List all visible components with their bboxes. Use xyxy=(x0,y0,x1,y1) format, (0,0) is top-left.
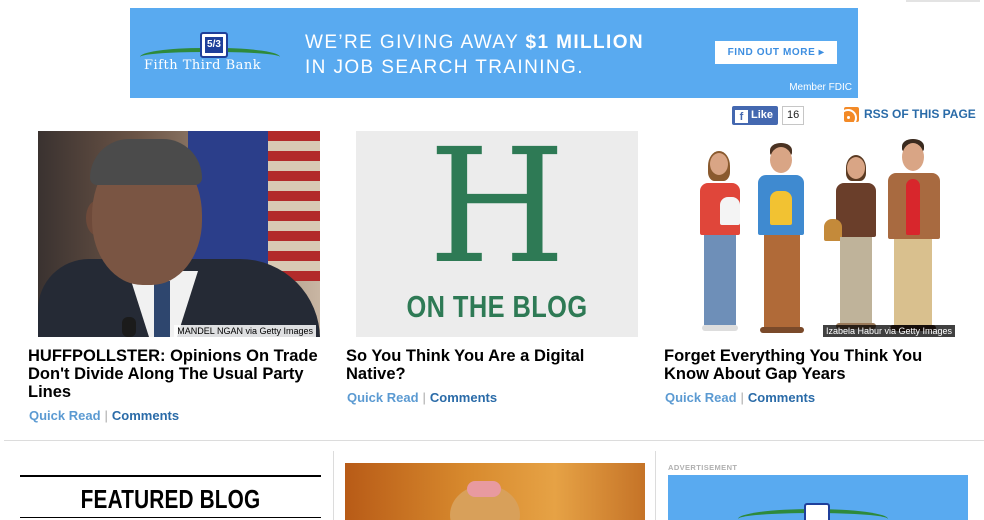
person-3-cardigan xyxy=(836,183,876,237)
rss-of-this-page-link[interactable]: RSS OF THIS PAGE xyxy=(864,107,976,121)
ad-headline-amount: $1 MILLION xyxy=(525,32,645,53)
story-3-links: Quick Read | Comments xyxy=(665,390,815,405)
on-the-blog-caption: ON THE BLOG xyxy=(406,289,588,324)
section-divider xyxy=(4,440,984,441)
facebook-icon: f xyxy=(735,110,748,123)
story-3-photo[interactable]: Izabela Habur via Getty Images xyxy=(676,131,958,337)
hair-bow xyxy=(467,481,501,497)
sidebar-ad[interactable] xyxy=(668,475,968,520)
comments-link[interactable]: Comments xyxy=(112,408,179,423)
comments-link[interactable]: Comments xyxy=(748,390,815,405)
column-separator xyxy=(655,451,656,520)
ad-headline: WE’RE GIVING AWAY $1 MILLION IN JOB SEAR… xyxy=(305,30,644,80)
huffpost-h-logo: H xyxy=(428,131,566,299)
bank-logo-icon xyxy=(804,503,830,520)
person-3-head xyxy=(847,157,865,179)
photo-credit: Izabela Habur via Getty Images xyxy=(822,325,955,337)
comments-link[interactable]: Comments xyxy=(430,390,497,405)
facebook-like-button[interactable]: f Like xyxy=(732,106,779,125)
quick-read-link[interactable]: Quick Read xyxy=(665,390,737,405)
person-2-shoes xyxy=(760,327,804,333)
story-2-title[interactable]: So You Think You Are a Digital Native? xyxy=(346,347,646,383)
rss-icon[interactable] xyxy=(844,107,859,122)
bank-logo-mark-text: 5/3 xyxy=(205,37,223,53)
quick-read-link[interactable]: Quick Read xyxy=(29,408,101,423)
quick-read-link[interactable]: Quick Read xyxy=(347,390,419,405)
story-2-links: Quick Read | Comments xyxy=(347,390,497,405)
bank-logo-icon: 5/3 xyxy=(200,32,228,58)
person-2-head xyxy=(770,147,792,173)
member-fdic-text: Member FDIC xyxy=(789,82,852,93)
person-1-jeans xyxy=(704,235,736,325)
like-count: 16 xyxy=(782,106,805,125)
ad-headline-line2: IN JOB SEARCH TRAINING. xyxy=(305,57,584,78)
person-2-pants xyxy=(764,235,800,327)
story-1-photo[interactable]: MANDEL NGAN via Getty Images xyxy=(38,131,320,337)
featured-bottom-rule xyxy=(20,517,321,518)
person-4-pants xyxy=(894,239,932,325)
tie xyxy=(154,281,170,337)
story-3-title[interactable]: Forget Everything You Think You Know Abo… xyxy=(664,347,964,383)
link-separator: | xyxy=(422,390,426,405)
bank-name: Fifth Third Bank xyxy=(144,58,262,73)
person-3-pants xyxy=(840,237,872,323)
top-edge-line xyxy=(906,0,980,2)
story-2-blog-logo[interactable]: H ON THE BLOG xyxy=(356,131,638,337)
top-banner-ad[interactable]: 5/3 Fifth Third Bank WE’RE GIVING AWAY $… xyxy=(130,8,858,98)
microphone xyxy=(122,317,136,337)
person-4-shirt xyxy=(906,179,920,235)
photo-credit: MANDEL NGAN via Getty Images xyxy=(174,325,316,337)
featured-top-rule xyxy=(20,475,321,477)
person-1-head xyxy=(710,153,728,175)
advertisement-label: ADVERTISEMENT xyxy=(668,463,738,472)
link-separator: | xyxy=(104,408,108,423)
ad-headline-part1: WE’RE GIVING AWAY xyxy=(305,32,526,53)
featured-post-photo[interactable] xyxy=(345,463,645,520)
story-1-title[interactable]: HUFFPOLLSTER: Opinions On Trade Don't Di… xyxy=(28,347,328,401)
featured-blog-posts-heading: FEATURED BLOG POSTS xyxy=(80,484,261,520)
flag-stripes xyxy=(268,131,320,281)
person-1-shoes xyxy=(702,325,738,331)
person-2-folder xyxy=(770,191,792,225)
column-separator xyxy=(333,451,334,520)
hair xyxy=(90,139,202,185)
person-1-book xyxy=(720,197,740,225)
like-label: Like xyxy=(751,109,774,121)
person-4-head xyxy=(902,143,924,171)
story-1-links: Quick Read | Comments xyxy=(29,408,179,423)
find-out-more-button[interactable]: FIND OUT MORE ▸ xyxy=(715,41,837,64)
link-separator: | xyxy=(740,390,744,405)
